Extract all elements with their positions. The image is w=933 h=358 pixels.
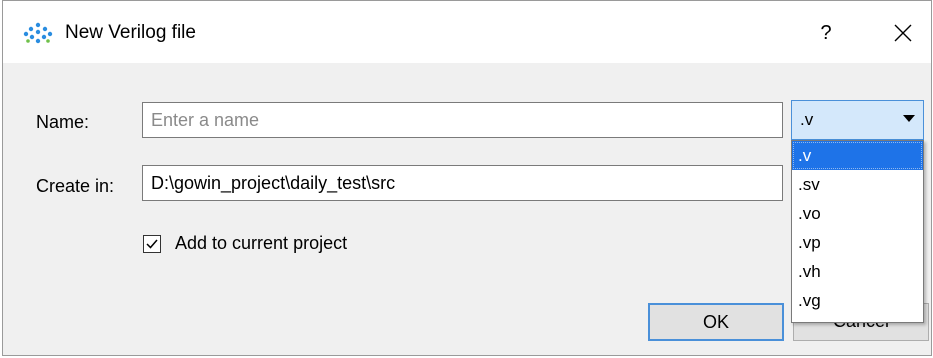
extension-option[interactable]: .vg: [792, 286, 923, 315]
create-in-field-box: [142, 165, 783, 201]
extension-combobox[interactable]: .v: [791, 100, 924, 140]
help-button[interactable]: ?: [809, 15, 843, 51]
gowin-logo-icon: [23, 21, 53, 45]
name-label: Name:: [36, 112, 90, 132]
close-icon: [894, 24, 912, 42]
add-to-project-label: Add to current project: [175, 233, 348, 253]
create-in-input[interactable]: [151, 166, 774, 201]
extension-option[interactable]: .sv: [792, 170, 923, 199]
dialog-title: New Verilog file: [65, 22, 196, 43]
create-in-label: Create in:: [36, 176, 115, 196]
extension-selected-value: .v: [800, 110, 814, 129]
close-button[interactable]: [883, 15, 923, 51]
extension-option[interactable]: .vo: [792, 199, 923, 228]
checkmark-icon: [146, 239, 158, 249]
extension-dropdown-list: .v .sv .vo .vp .vh .vg: [791, 140, 924, 323]
dropdown-arrow-icon: [903, 115, 915, 122]
ok-button[interactable]: OK: [648, 303, 784, 341]
name-field-box: [142, 102, 783, 138]
add-to-project-checkbox[interactable]: [143, 235, 161, 253]
extension-option[interactable]: .v: [792, 141, 923, 170]
new-verilog-file-dialog: New Verilog file ? Name: .v Create in: A…: [2, 0, 932, 356]
extension-option[interactable]: .vh: [792, 257, 923, 286]
extension-option[interactable]: .vp: [792, 228, 923, 257]
name-input[interactable]: [151, 103, 774, 138]
title-bar: New Verilog file ?: [3, 1, 931, 63]
